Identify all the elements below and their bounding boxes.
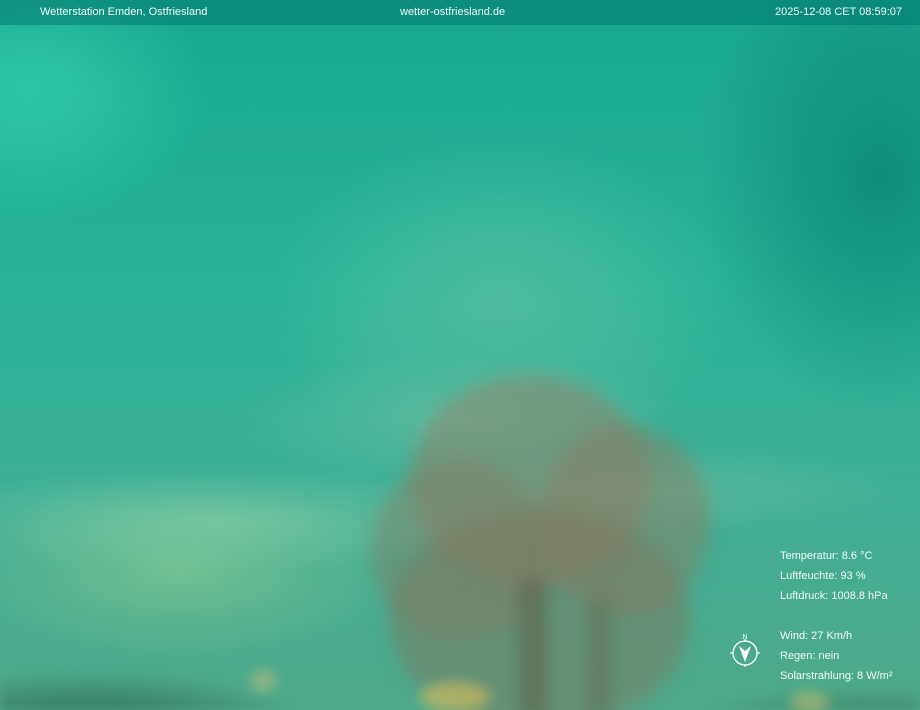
street-light-glow bbox=[250, 670, 276, 692]
street-light-glow bbox=[790, 692, 830, 710]
station-name: Wetterstation Emden, Ostfriesland bbox=[40, 6, 208, 18]
street-light-glow bbox=[420, 682, 490, 710]
pressure-readout: Luftdruck: 1008.8 hPa bbox=[780, 590, 888, 602]
rain-readout: Regen: nein bbox=[780, 650, 840, 662]
temperature-readout: Temperatur: 8.6 °C bbox=[780, 550, 873, 562]
website-link: wetter-ostfriesland.de bbox=[400, 6, 506, 18]
compass-icon: N bbox=[730, 634, 760, 667]
solar-readout: Solarstrahlung: 8 W/m² bbox=[780, 670, 893, 682]
wind-readout: Wind: 27 Km/h bbox=[780, 630, 853, 642]
humidity-readout: Luftfeuchte: 93 % bbox=[780, 570, 866, 582]
timestamp: 2025-12-08 CET 08:59:07 bbox=[775, 6, 902, 18]
header-bar: Wetterstation Emden, Ostfriesland wetter… bbox=[0, 0, 920, 25]
webcam-image: Wetterstation Emden, Ostfriesland wetter… bbox=[0, 0, 920, 710]
